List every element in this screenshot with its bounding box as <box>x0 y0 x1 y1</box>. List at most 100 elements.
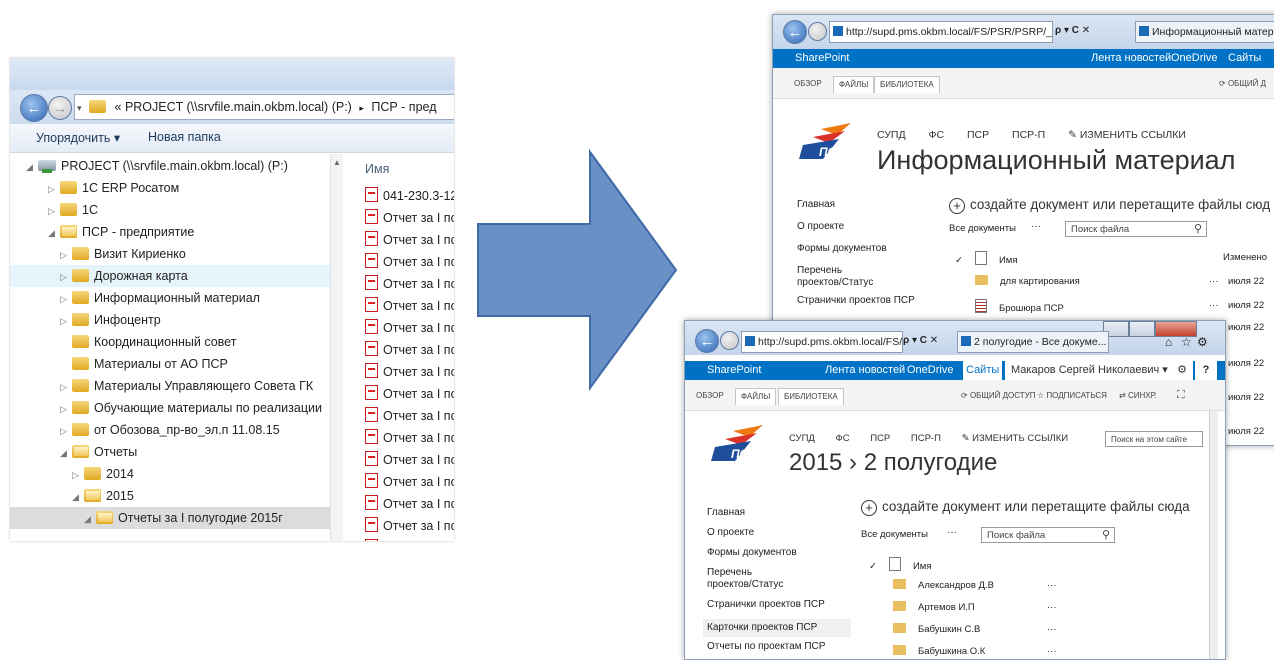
tree-item-1c[interactable]: ▷ 1C <box>48 199 98 221</box>
file-item[interactable]: Отчет за I пол <box>365 515 454 537</box>
leftnav-home[interactable]: Главная <box>707 507 745 519</box>
list-item[interactable]: Александров Д.В <box>893 579 994 593</box>
tab-files[interactable]: ФАЙЛЫ <box>833 76 875 93</box>
tree-arrow-icon[interactable]: ◢ <box>48 222 60 244</box>
leftnav-about[interactable]: О проекте <box>707 527 754 539</box>
url-controls[interactable]: ρ ▾ C ✕ <box>903 335 938 346</box>
file-item[interactable]: Отчет за I пол <box>365 471 454 493</box>
leftnav-projects-status[interactable]: Перечень проектов/Статус <box>707 567 797 591</box>
file-item[interactable]: Отчет за I пол <box>365 405 454 427</box>
column-name[interactable]: Имя <box>999 255 1018 266</box>
tree-item-psr-materials[interactable]: Материалы от АО ПСР <box>60 353 228 375</box>
list-item-label[interactable]: Александров Д.В <box>918 580 994 591</box>
browser-tab[interactable]: Информационный матер... ✕ <box>1135 21 1274 43</box>
forward-arrow-icon[interactable] <box>808 22 827 41</box>
page-scrollbar[interactable] <box>1209 409 1218 659</box>
link-sites[interactable]: Сайты <box>1228 49 1261 68</box>
tree-arrow-icon[interactable]: ▷ <box>48 178 60 200</box>
tree-arrow-icon[interactable]: ▷ <box>60 310 72 332</box>
nav-psr[interactable]: ПСР <box>870 433 890 444</box>
list-item[interactable]: Артемов И.П <box>893 601 975 615</box>
file-item[interactable]: Отчет за I пол <box>365 537 454 541</box>
leftnav-project-reports[interactable]: Отчеты по проектам ПСР <box>707 641 825 653</box>
tree-item-roadmap[interactable]: ▷ Дорожная карта <box>60 265 188 287</box>
scroll-up-icon[interactable]: ▲ <box>333 158 341 167</box>
link-newsfeed[interactable]: Лента новостей <box>825 361 905 380</box>
leftnav-projects-status[interactable]: Перечень проектов/Статус <box>797 265 887 289</box>
back-arrow-icon[interactable]: ← <box>695 329 719 353</box>
file-item[interactable]: Отчет за I пол <box>365 273 454 295</box>
link-newsfeed[interactable]: Лента новостей <box>1091 49 1171 68</box>
item-menu-icon[interactable]: ··· <box>1209 275 1219 289</box>
edit-links-button[interactable]: ✎ ИЗМЕНИТЬ ССЫЛКИ <box>1068 129 1186 141</box>
link-onedrive[interactable]: OneDrive <box>907 361 953 380</box>
tree-arrow-icon[interactable]: ▷ <box>60 266 72 288</box>
all-docs-view[interactable]: Все документы <box>949 223 1016 234</box>
file-item[interactable]: Отчет за I пол <box>365 251 454 273</box>
nav-fs[interactable]: ФС <box>835 433 849 444</box>
view-more-icon[interactable]: ··· <box>947 527 957 538</box>
column-header-name[interactable]: Имя <box>365 162 389 176</box>
file-search-input[interactable]: Поиск файла ⚲ <box>1065 221 1207 237</box>
address-path-1[interactable]: PROJECT (\\srvfile.main.okbm.local) (P:) <box>125 100 352 114</box>
forward-arrow-icon[interactable] <box>720 331 739 350</box>
search-icon[interactable]: ⚲ <box>1102 527 1110 543</box>
tree-item-2014[interactable]: ▷ 2014 <box>72 463 134 485</box>
leftnav-project-pages[interactable]: Странички проектов ПСР <box>707 599 825 611</box>
file-item[interactable]: Отчет за I пол <box>365 493 454 515</box>
user-menu[interactable]: Макаров Сергей Николаевич ▾ <box>1005 361 1174 380</box>
tree-item-psr-enterprise[interactable]: ◢ ПСР - предприятие <box>48 221 194 243</box>
home-icon[interactable]: ⌂ <box>1165 335 1172 349</box>
file-item[interactable]: Отчет за I пол <box>365 295 454 317</box>
tree-item-infocenter[interactable]: ▷ Инфоцентр <box>60 309 161 331</box>
column-modified[interactable]: Изменено <box>1223 251 1267 265</box>
leftnav-project-cards[interactable]: Карточки проектов ПСР <box>703 619 851 637</box>
tree-item-obozov[interactable]: ▷ от Обозова_пр-во_эл.п 11.08.15 <box>60 419 280 441</box>
tree-arrow-icon[interactable]: ◢ <box>26 156 38 178</box>
tree-arrow-icon[interactable]: ◢ <box>60 442 72 464</box>
tree-arrow-icon[interactable]: ▷ <box>60 376 72 398</box>
follow-button[interactable]: ☆ ПОДПИСАТЬСЯ <box>1037 391 1107 400</box>
forward-arrow-icon[interactable]: → <box>48 96 72 120</box>
link-onedrive[interactable]: OneDrive <box>1171 49 1217 68</box>
tab-browse[interactable]: ОБЗОР <box>691 388 729 404</box>
tree-item-project-drive[interactable]: ◢ PROJECT (\\srvfile.main.okbm.local) (P:… <box>26 155 288 177</box>
file-item[interactable]: Отчет за I пол <box>365 339 454 361</box>
nav-supd[interactable]: СУПД <box>877 129 906 141</box>
nav-psr-p[interactable]: ПСР-П <box>1012 129 1045 141</box>
tree-arrow-icon[interactable]: ▷ <box>60 288 72 310</box>
leftnav-home[interactable]: Главная <box>797 199 835 211</box>
tree-arrow-icon[interactable]: ▷ <box>60 420 72 442</box>
list-item-label[interactable]: Бабушкина О.К <box>918 646 985 657</box>
edit-links-button[interactable]: ✎ ИЗМЕНИТЬ ССЫЛКИ <box>962 433 1069 444</box>
focus-icon[interactable]: ⛶ <box>1177 389 1185 402</box>
file-item[interactable]: Отчет за I пол <box>365 207 454 229</box>
item-menu-icon[interactable]: ··· <box>1047 601 1057 615</box>
file-item[interactable]: Отчет за I пол <box>365 229 454 251</box>
check-icon[interactable]: ✓ <box>955 255 963 266</box>
tree-arrow-icon[interactable]: ◢ <box>84 508 96 530</box>
tree-arrow-icon[interactable]: ▷ <box>60 398 72 420</box>
create-document-link[interactable]: + создайте документ или перетащите файлы … <box>861 499 1190 516</box>
item-menu-icon[interactable]: ··· <box>1047 579 1057 593</box>
leftnav-about[interactable]: О проекте <box>797 221 844 233</box>
all-docs-view[interactable]: Все документы <box>861 529 928 540</box>
column-name[interactable]: Имя <box>913 561 932 572</box>
tree-item-1c-erp[interactable]: ▷ 1C ERP Росатом <box>48 177 179 199</box>
file-item[interactable]: Отчет за I пол <box>365 449 454 471</box>
url-bar[interactable]: http://supd.pms.okbm.local/FS/PSR/PSRP/_… <box>829 21 1053 43</box>
back-arrow-icon[interactable]: ← <box>20 94 48 122</box>
chevron-down-icon[interactable]: ▾ <box>77 103 82 113</box>
search-icon[interactable]: ⚲ <box>1194 221 1202 237</box>
tree-item-info-material[interactable]: ▷ Информационный материал <box>60 287 260 309</box>
file-item[interactable]: Отчет за I пол <box>365 427 454 449</box>
address-path-2[interactable]: ПСР - пред <box>371 100 436 114</box>
help-icon[interactable]: ? <box>1195 361 1217 380</box>
create-document-link[interactable]: + создайте документ или перетащите файлы … <box>949 197 1270 214</box>
list-item-label[interactable]: Артемов И.П <box>918 602 975 613</box>
file-item[interactable]: Отчет за I пол <box>365 361 454 383</box>
new-folder-button[interactable]: Новая папка <box>148 130 221 144</box>
nav-psr-p[interactable]: ПСР-П <box>911 433 941 444</box>
list-item-label[interactable]: Бабушкин С.В <box>918 624 980 635</box>
url-bar[interactable]: http://supd.pms.okbm.local/FS/ <box>741 331 903 353</box>
